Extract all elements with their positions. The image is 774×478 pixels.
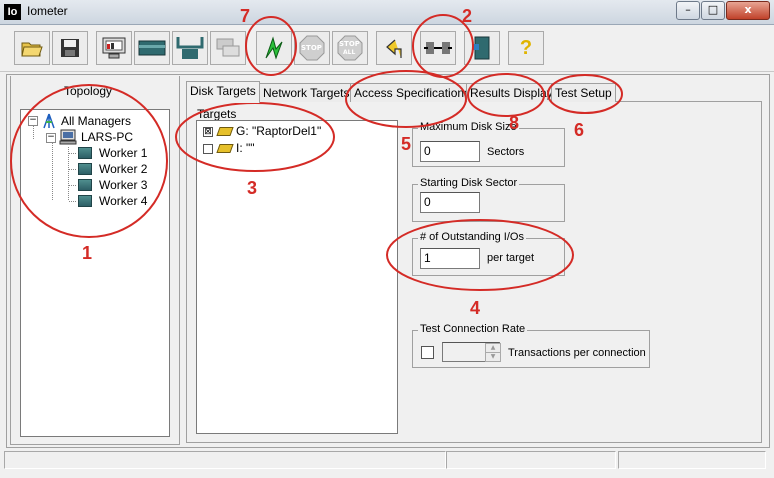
annotation-4: 4	[470, 298, 481, 318]
collapse-manager[interactable]: −	[46, 133, 56, 143]
stop-all-label: STOP	[339, 40, 360, 48]
outstanding-ios-title: # of Outstanding I/Os	[418, 231, 526, 243]
tree-worker-1[interactable]: Worker 1	[99, 146, 147, 160]
copy-worker-icon	[216, 38, 240, 57]
worker-icon	[78, 147, 92, 159]
targets-list[interactable]	[196, 120, 398, 434]
exit-icon	[473, 36, 490, 60]
annotation-6: 6	[574, 120, 585, 140]
help-button[interactable]: ?	[508, 31, 544, 65]
starting-disk-sector-input[interactable]: 0	[420, 192, 480, 213]
transactions-per-connection-label: Transactions per connection	[508, 347, 646, 359]
disconnect-icon	[424, 42, 452, 54]
maximize-button[interactable]: □	[701, 1, 725, 20]
start-icon	[265, 36, 283, 60]
manager-computer-icon	[59, 129, 77, 148]
worker-icon	[78, 163, 92, 175]
open-button[interactable]	[14, 31, 50, 65]
save-icon	[61, 39, 79, 57]
starting-disk-sector-title: Starting Disk Sector	[418, 177, 520, 189]
new-worker-button[interactable]	[172, 31, 208, 65]
tree-worker-3[interactable]: Worker 3	[99, 178, 147, 192]
topology-title: Topology	[64, 84, 113, 98]
minimize-button[interactable]: –	[676, 1, 700, 20]
stop-button[interactable]: STOP	[294, 31, 330, 65]
new-manager-icon	[138, 40, 166, 56]
app-icon: Io	[4, 4, 21, 20]
tab-test-setup[interactable]: Test Setup	[551, 83, 616, 102]
reset-button[interactable]	[376, 31, 412, 65]
status-cell-2	[446, 451, 616, 469]
annotation-5: 5	[401, 134, 412, 154]
close-button[interactable]: x	[726, 1, 770, 20]
disconnect-button[interactable]	[420, 31, 456, 65]
worker-icon	[78, 179, 92, 191]
tab-results-display[interactable]: Results Display	[466, 83, 557, 102]
copy-worker-button[interactable]	[210, 31, 246, 65]
status-cell-1	[4, 451, 446, 469]
status-cell-3	[618, 451, 766, 469]
annotation-3: 3	[247, 178, 258, 198]
exit-button[interactable]	[464, 31, 500, 65]
start-button[interactable]	[256, 31, 292, 65]
annotation-2: 2	[462, 6, 473, 26]
topology-tree[interactable]	[20, 109, 170, 437]
stop-all-button[interactable]: STOP ALL	[332, 31, 368, 65]
stop-all-icon	[337, 35, 363, 61]
new-worker-icon	[176, 37, 204, 59]
help-icon: ?	[519, 36, 533, 59]
target-label-i[interactable]: I: ""	[236, 141, 255, 155]
test-connection-rate-checkbox[interactable]	[421, 346, 434, 359]
stop-all-label-2: ALL	[343, 49, 356, 56]
annotation-7: 7	[240, 6, 251, 26]
worker-icon	[78, 195, 92, 207]
tree-all-managers[interactable]: All Managers	[61, 114, 131, 128]
reset-icon	[386, 39, 402, 58]
tree-manager[interactable]: LARS-PC	[81, 130, 133, 144]
all-managers-icon	[41, 113, 57, 132]
test-connection-rate-title: Test Connection Rate	[418, 323, 528, 335]
outstanding-ios-input[interactable]: 1	[420, 248, 480, 269]
display-button[interactable]	[96, 31, 132, 65]
window-title: Iometer	[27, 4, 68, 18]
tab-disk-targets[interactable]: Disk Targets	[186, 81, 260, 103]
display-icon	[102, 37, 126, 59]
tab-network-targets[interactable]: Network Targets	[259, 83, 354, 102]
tree-worker-4[interactable]: Worker 4	[99, 194, 147, 208]
target-checkbox-i[interactable]	[203, 144, 213, 154]
save-button[interactable]	[52, 31, 88, 65]
tab-access-specifications[interactable]: Access Specifications	[350, 83, 475, 102]
target-checkbox-g[interactable]: ⊠	[203, 127, 213, 137]
max-disk-size-title: Maximum Disk Size	[418, 121, 519, 133]
spin-down-button[interactable]: ▼	[485, 352, 501, 362]
stop-label: STOP	[301, 44, 322, 52]
title-bar	[0, 0, 774, 25]
target-label-g[interactable]: G: "RaptorDel1"	[236, 124, 321, 138]
open-icon	[21, 42, 43, 57]
per-target-label: per target	[487, 252, 535, 264]
new-manager-button[interactable]	[134, 31, 170, 65]
targets-title: Targets	[197, 107, 237, 121]
sectors-label: Sectors	[487, 146, 525, 158]
max-disk-size-input[interactable]: 0	[420, 141, 480, 162]
annotation-8: 8	[509, 113, 520, 133]
annotation-1: 1	[82, 243, 93, 263]
collapse-all-managers[interactable]: −	[28, 116, 38, 126]
tree-worker-2[interactable]: Worker 2	[99, 162, 147, 176]
